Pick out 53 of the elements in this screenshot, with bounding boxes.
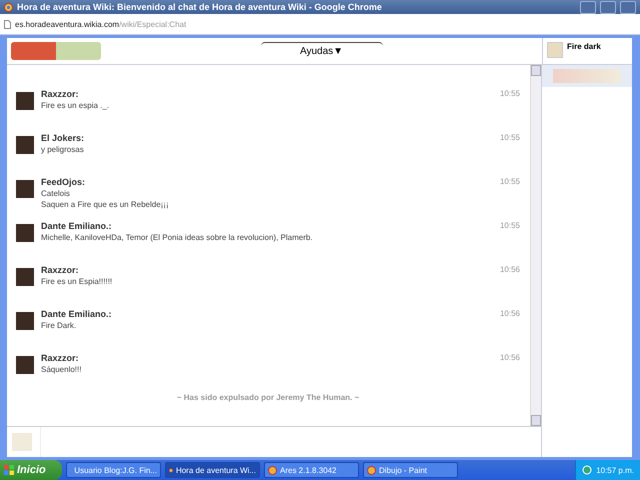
taskbar-button[interactable]: Usuario Blog:J.G. Fin... [66,462,161,478]
message-time: 10:55 [500,89,520,99]
user-avatar [547,42,563,58]
message-text: Sáquenlo!!! [41,365,82,374]
tray-icon[interactable] [582,465,592,475]
message-time: 10:56 [500,353,520,363]
page-icon [4,20,11,28]
sender-name: FeedOjos: [41,177,86,187]
avatar [16,356,34,374]
message-text: Saquen a Fire que es un Rebelde¡¡¡ [41,200,170,209]
sender-name: Raxzzor: [41,353,79,363]
avatar [16,180,34,198]
message-time: 10:55 [500,133,520,143]
message-text: Fire es un Espia!!!!!! [41,277,114,286]
wiki-logo[interactable] [11,42,101,60]
maximize-button[interactable] [600,0,616,14]
sender-name: Raxzzor: [41,265,79,275]
address-url[interactable]: es.horadeaventura.wikia.com/wiki/Especial:Chat [15,20,186,28]
sender-name: Dante Emiliano.: [41,309,112,319]
scrollbar[interactable] [530,65,541,426]
message-time: 10:55 [500,177,520,187]
message-time: 10:55 [500,221,520,231]
start-button[interactable]: Inicio [0,460,62,480]
message-time: 10:56 [500,309,520,319]
message-text: Fire es un espia ._. [41,101,110,110]
flag-icon [4,465,14,475]
avatar [16,136,34,154]
app-icon [367,466,376,474]
user-name: Fire dark [567,42,601,51]
browser-icon [4,2,13,12]
avatar [16,312,34,330]
sender-name: El Jokers: [41,133,84,143]
sender-name: Raxzzor: [41,89,79,99]
taskbar-button[interactable]: Dibujo - Paint [363,462,458,478]
close-button[interactable] [620,0,636,14]
minimize-button[interactable] [580,0,596,14]
message-text: y peligrosas [41,145,85,154]
sender-name: Dante Emiliano.: [41,221,112,231]
app-icon [169,466,173,474]
app-icon [268,466,277,474]
user-avatar [12,433,32,451]
message-text: Fire Dark. [41,321,78,330]
kick-notice: ~ Has sido expulsado por Jeremy The Human. ~ [176,393,360,402]
taskbar-button[interactable]: Hora de aventura Wi... [165,462,260,478]
avatar [16,268,34,286]
message-text: Catelois [41,189,71,198]
clock: 10:57 p.m. [596,466,634,474]
message-text: Michelle, KaniloveHDa, Temor (El Ponia ideas sobre la revolucion), Plamerb. [41,233,314,242]
message-time: 10:56 [500,265,520,275]
avatar [16,92,34,110]
taskbar-button[interactable]: Ares 2.1.8.3042 [264,462,359,478]
avatar [16,224,34,242]
window-title: Hora de aventura Wiki: Bienvenido al chat de Hora de aventura Wiki - Google Chrome [17,2,383,12]
